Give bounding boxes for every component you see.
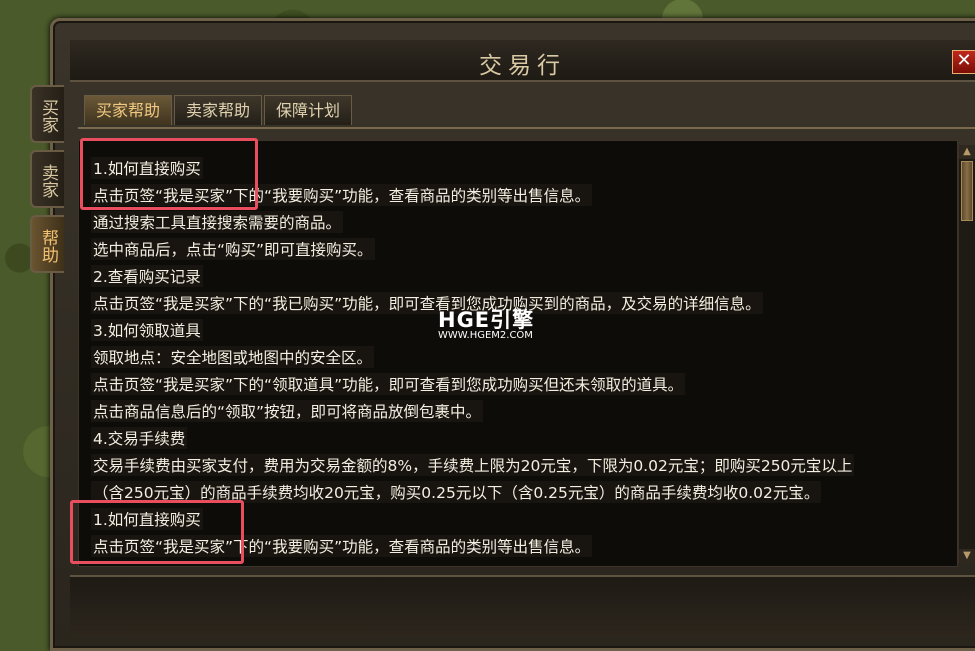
title-bar: 交易行: [70, 40, 975, 82]
scroll-up-arrow-icon[interactable]: ▲: [959, 145, 975, 159]
scroll-down-arrow-icon[interactable]: ▼: [959, 549, 975, 563]
watermark-url: WWW.HGEM2.COM: [438, 330, 533, 341]
window-footer: [70, 575, 975, 637]
highlight-box-top: [80, 138, 258, 210]
window-title: 交易行: [479, 53, 566, 79]
tab-seller-help[interactable]: 卖家帮助: [174, 95, 262, 125]
tab-buyer-help[interactable]: 买家帮助: [84, 95, 172, 125]
help-text-line: 选中商品后，点击“购买”即可直接购买。: [91, 238, 375, 260]
help-text-line: 交易手续费由买家支付，费用为交易金额的8%，手续费上限为20元宝，下限为0.02…: [91, 454, 855, 476]
scroll-thumb[interactable]: [961, 161, 973, 221]
help-heading: 2.查看购买记录: [91, 265, 203, 287]
content-scrollbar[interactable]: ▲ ▼: [958, 145, 975, 563]
help-text-line: 点击商品信息后的“领取”按钮，即可将商品放倒包裹中。: [91, 400, 484, 422]
help-text-line: 点击页签“我是买家”下的“我已购买”功能，即可查看到您成功购买到的商品，及交易的…: [91, 292, 763, 314]
side-tab-buyer[interactable]: 买家: [30, 85, 64, 143]
help-text-line: 通过搜索工具直接搜索需要的商品。: [91, 211, 344, 233]
side-tab-seller[interactable]: 卖家: [30, 150, 64, 208]
highlight-box-bottom: [70, 500, 244, 564]
help-text-line: 领取地点：安全地图或地图中的安全区。: [91, 346, 375, 368]
side-tab-help[interactable]: 帮助: [30, 215, 64, 273]
tab-protection-plan[interactable]: 保障计划: [264, 95, 352, 125]
help-tab-bar: 买家帮助 卖家帮助 保障计划: [78, 95, 975, 129]
close-button[interactable]: ✕: [952, 50, 975, 74]
help-text-line: 点击页签“我是买家”下的“领取道具”功能，即可查看到您成功购买但还未领取的道具。: [91, 373, 686, 395]
help-heading: 3.如何领取道具: [91, 319, 203, 341]
help-heading: 4.交易手续费: [91, 427, 188, 449]
